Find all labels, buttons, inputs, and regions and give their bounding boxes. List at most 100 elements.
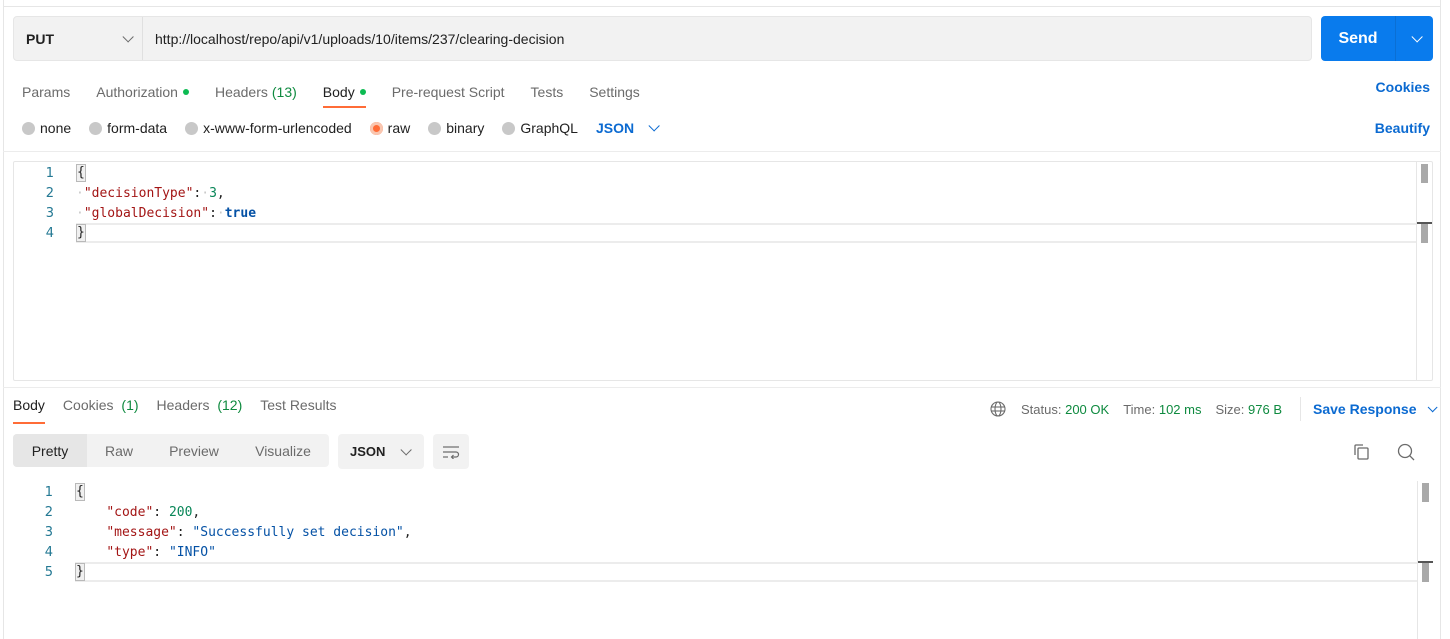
tab-response-headers[interactable]: Headers (12) xyxy=(157,397,243,417)
code-line: 4 } xyxy=(14,223,1418,243)
brace: { xyxy=(76,164,86,182)
tab-params[interactable]: Params xyxy=(22,78,70,106)
body-type-options: none form-data x-www-form-urlencoded raw… xyxy=(22,120,660,136)
json-value: "INFO" xyxy=(168,544,216,560)
tab-test-results[interactable]: Test Results xyxy=(260,397,336,417)
size-value: 976 B xyxy=(1248,401,1282,417)
send-button-group: Send xyxy=(1321,16,1433,61)
send-button[interactable]: Send xyxy=(1321,16,1396,61)
divider xyxy=(1300,397,1301,421)
tab-label: Body xyxy=(13,397,45,413)
radio-label: GraphQL xyxy=(520,120,578,136)
radio-label: raw xyxy=(387,120,411,136)
tab-count: (1) xyxy=(121,397,139,413)
mode-raw[interactable]: Raw xyxy=(87,434,151,467)
mode-pretty[interactable]: Pretty xyxy=(13,434,87,467)
response-body-viewer[interactable]: 1 { 2 "code": 200, 3 "message": "Success… xyxy=(13,480,1433,639)
save-response-button[interactable]: Save Response xyxy=(1313,401,1438,417)
tab-body[interactable]: Body xyxy=(322,78,366,108)
request-body-editor[interactable]: 1 { 2 ·"decisionType":·3, 3 ·"globalDeci… xyxy=(13,161,1433,381)
line-number: 4 xyxy=(45,225,54,241)
chevron-down-icon xyxy=(1410,30,1423,43)
radio-none[interactable]: none xyxy=(22,120,71,136)
brace: { xyxy=(75,483,85,501)
line-number: 1 xyxy=(44,484,53,500)
radio-graphql[interactable]: GraphQL xyxy=(502,120,578,136)
tab-headers[interactable]: Headers (13) xyxy=(215,78,297,106)
response-format-select[interactable]: JSON xyxy=(338,434,424,469)
divider xyxy=(3,151,1441,152)
radio-label: form-data xyxy=(107,120,168,136)
line-number: 3 xyxy=(45,205,54,221)
tab-tests[interactable]: Tests xyxy=(531,78,564,106)
view-mode-tabs: Pretty Raw Preview Visualize xyxy=(13,434,329,467)
time-value: 102 ms xyxy=(1158,401,1202,417)
tab-settings[interactable]: Settings xyxy=(589,78,640,106)
tab-label: Test Results xyxy=(260,397,337,413)
wrap-lines-button[interactable] xyxy=(433,434,469,469)
mode-preview[interactable]: Preview xyxy=(151,434,237,467)
radio-binary[interactable]: binary xyxy=(428,120,484,136)
size-readout[interactable]: Size: 976 B xyxy=(1215,402,1282,417)
time-readout[interactable]: Time: 102 ms xyxy=(1123,402,1201,417)
vertical-scrollbar[interactable] xyxy=(1416,162,1432,380)
radio-icon xyxy=(89,121,103,135)
tab-label: Authorization xyxy=(96,84,178,100)
response-tabs: Body Cookies (1) Headers (12) Test Resul… xyxy=(13,397,355,424)
line-number: 4 xyxy=(44,544,53,560)
chevron-down-icon xyxy=(122,30,134,43)
code-line: 1 { xyxy=(13,482,1417,502)
tab-response-cookies[interactable]: Cookies (1) xyxy=(63,397,139,417)
status-readout[interactable]: Status: 200 OK xyxy=(1021,402,1109,417)
brace: } xyxy=(75,563,85,581)
radio-icon xyxy=(22,121,35,135)
method-select[interactable]: PUT xyxy=(14,17,143,60)
send-options-button[interactable] xyxy=(1396,16,1433,61)
radio-icon xyxy=(502,121,516,135)
code-line: 1 { xyxy=(14,163,1418,183)
radio-label: binary xyxy=(446,120,485,136)
scrollbar-thumb xyxy=(1422,563,1429,582)
json-value: "Successfully set decision" xyxy=(192,524,404,540)
beautify-link[interactable]: Beautify xyxy=(1375,120,1430,136)
scrollbar-thumb xyxy=(1421,224,1428,243)
save-response-label: Save Response xyxy=(1313,401,1417,417)
size-label: Size: xyxy=(1215,401,1245,417)
scrollbar-thumb[interactable] xyxy=(1421,164,1428,183)
radio-label: none xyxy=(40,120,72,136)
top-divider xyxy=(3,6,1441,7)
json-key: "decisionType" xyxy=(83,185,194,201)
search-icon[interactable] xyxy=(1396,442,1416,462)
tab-label: Pre-request Script xyxy=(391,84,505,100)
url-input[interactable]: http://localhost/repo/api/v1/uploads/10/… xyxy=(143,31,564,47)
divider xyxy=(3,387,1441,388)
tab-label: Cookies xyxy=(62,397,114,413)
tab-label: Headers xyxy=(156,397,210,413)
json-key: "globalDecision" xyxy=(83,205,210,221)
wrap-lines-icon xyxy=(443,445,460,459)
globe-icon[interactable] xyxy=(990,401,1006,417)
tab-pre-request-script[interactable]: Pre-request Script xyxy=(392,78,505,106)
scrollbar-thumb[interactable] xyxy=(1422,483,1429,502)
method-label: PUT xyxy=(26,30,54,47)
json-value: true xyxy=(224,205,257,221)
tab-response-body[interactable]: Body xyxy=(13,397,45,424)
radio-icon xyxy=(428,121,442,135)
radio-raw[interactable]: raw xyxy=(369,120,411,136)
request-tabs: Params Authorization Headers (13) Body Pr… xyxy=(22,78,666,108)
tab-count: (12) xyxy=(217,397,243,413)
tab-label: Body xyxy=(322,84,355,100)
mode-visualize[interactable]: Visualize xyxy=(237,434,329,467)
tab-authorization[interactable]: Authorization xyxy=(96,78,189,106)
line-number: 3 xyxy=(44,524,53,540)
vertical-scrollbar[interactable] xyxy=(1417,481,1433,639)
cookies-link[interactable]: Cookies xyxy=(1376,79,1430,95)
code-line: 5 } xyxy=(13,562,1417,582)
tab-label: Tests xyxy=(530,84,564,100)
radio-x-www-form-urlencoded[interactable]: x-www-form-urlencoded xyxy=(185,120,352,136)
radio-icon xyxy=(185,121,199,135)
radio-form-data[interactable]: form-data xyxy=(89,120,167,136)
body-format-select[interactable]: JSON xyxy=(596,120,660,136)
brace: } xyxy=(76,224,86,242)
copy-icon[interactable] xyxy=(1351,442,1371,462)
